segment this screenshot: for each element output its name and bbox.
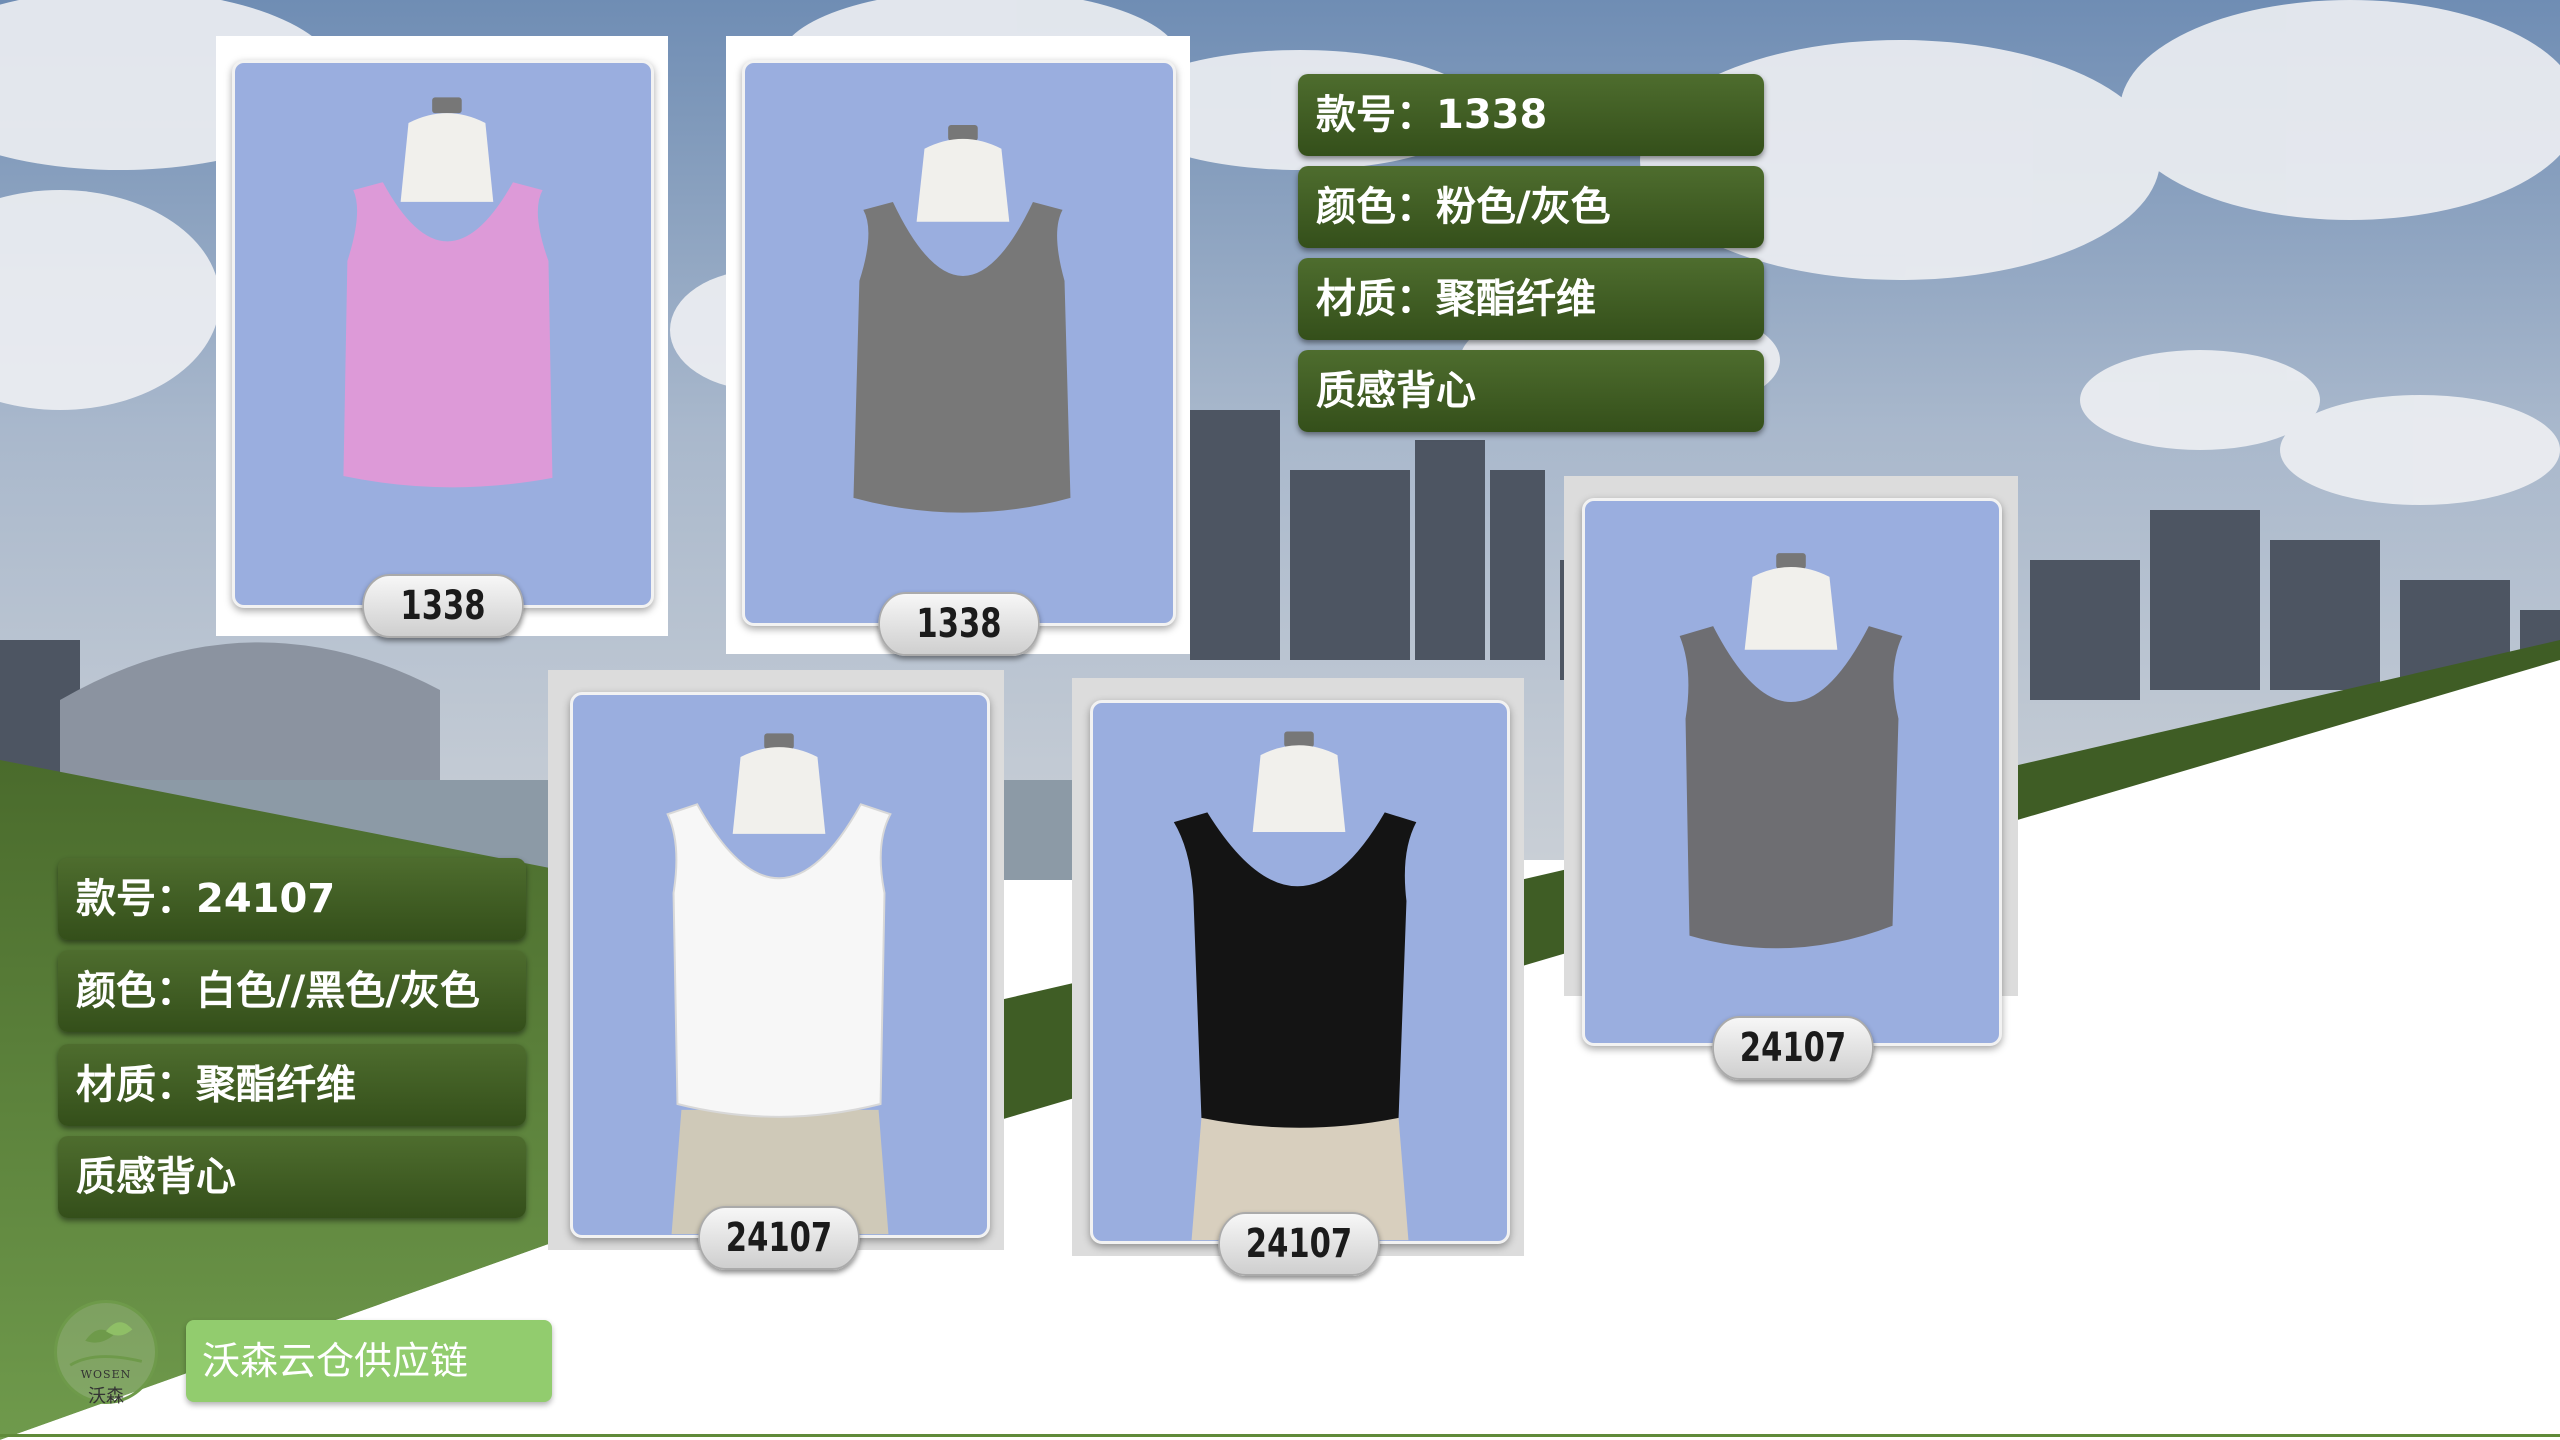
- product-photo-black-tank: [1090, 700, 1510, 1244]
- material-1338: 材质：聚酯纤维: [1298, 258, 1764, 340]
- product-photo-gray-tank: [742, 60, 1176, 626]
- style-tag-24107: 24107: [698, 1206, 860, 1270]
- style-tag-1338: 1338: [878, 592, 1040, 656]
- tank-top-shape: [666, 803, 892, 1118]
- description-1338: 质感背心: [1298, 350, 1764, 432]
- style-number-24107: 款号：24107: [58, 858, 526, 940]
- material-24107: 材质：聚酯纤维: [58, 1044, 526, 1126]
- color-1338: 颜色：粉色/灰色: [1298, 166, 1764, 248]
- product-photo-white-tank: [570, 692, 990, 1238]
- bottom-divider: [0, 1434, 2560, 1437]
- product-photo-pink-tank: [232, 60, 654, 608]
- brand-name-box: 沃森云仓供应链: [186, 1320, 552, 1402]
- product-photo-gray-tank: [1582, 498, 2002, 1046]
- logo-text-cn: 沃森: [88, 1386, 124, 1407]
- logo-text-en: WOSEN: [80, 1368, 132, 1381]
- style-tag-24107: 24107: [1218, 1212, 1380, 1276]
- description-24107: 质感背心: [58, 1136, 526, 1218]
- tank-top-shape: [853, 201, 1071, 513]
- style-tag-24107: 24107: [1712, 1016, 1874, 1080]
- tank-top-shape: [1173, 812, 1417, 1128]
- style-number-1338: 款号：1338: [1298, 74, 1764, 156]
- color-24107: 颜色：白色//黑色/灰色: [58, 950, 526, 1032]
- tank-top-shape: [1679, 626, 1903, 949]
- style-tag-1338: 1338: [362, 574, 524, 638]
- tank-top-shape: [343, 182, 553, 488]
